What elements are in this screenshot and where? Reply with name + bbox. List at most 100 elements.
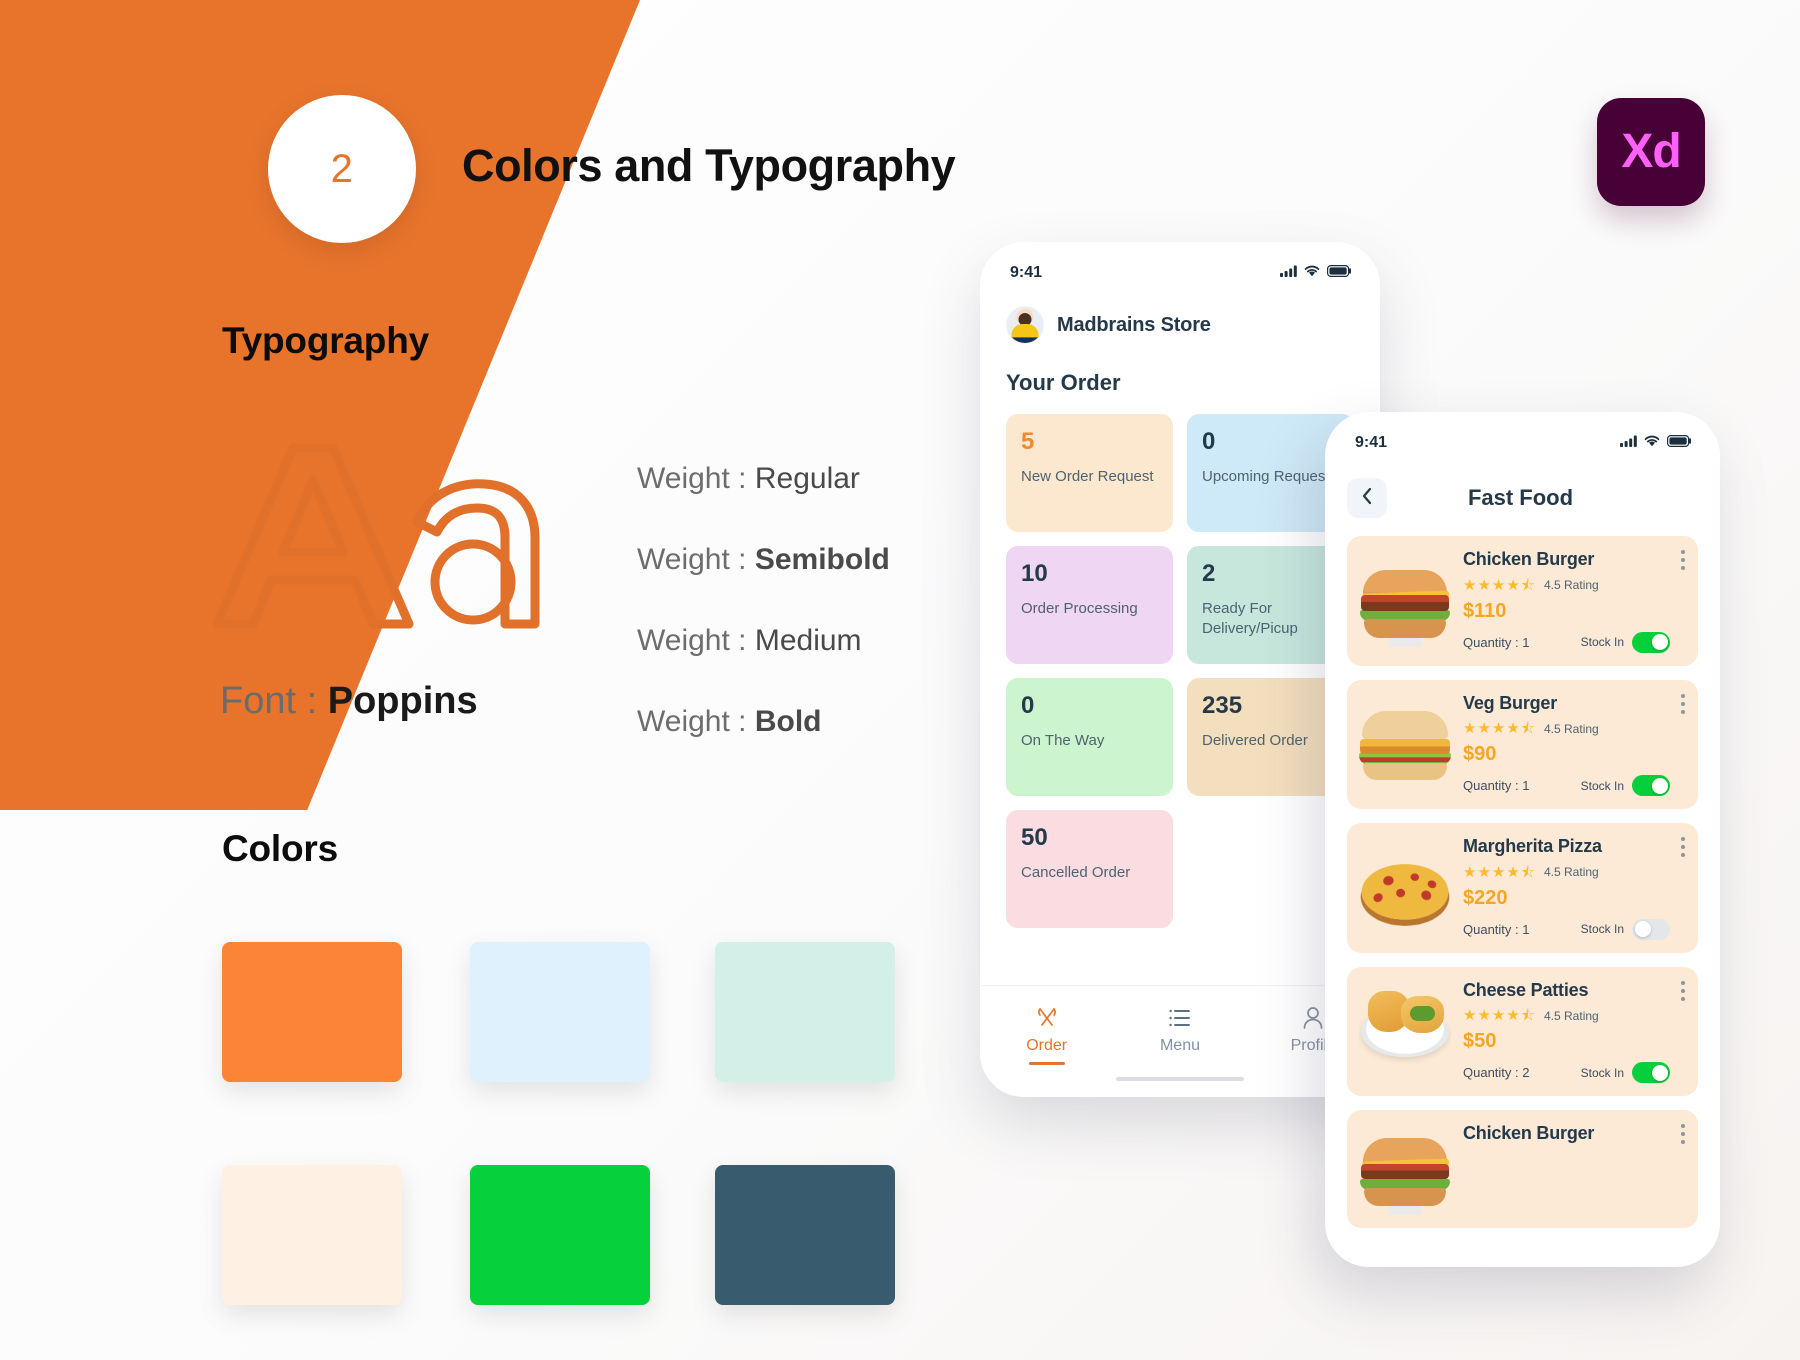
cheese-patties-image — [1359, 986, 1451, 1078]
weight-value: Medium — [754, 624, 862, 657]
stock-toggle[interactable] — [1632, 1062, 1670, 1084]
food-item-name: Cheese Patties — [1463, 979, 1589, 1000]
font-label-prefix: Font : — [220, 680, 328, 722]
color-swatch-primary-orange — [222, 942, 402, 1082]
chicken-burger-image — [1359, 554, 1451, 647]
food-item-rating-row: ★★★★⯪ 4.5 Rating — [1463, 1008, 1670, 1023]
back-button[interactable] — [1347, 478, 1387, 518]
stock-toggle[interactable] — [1632, 775, 1670, 797]
stock-control: Stock In — [1580, 1062, 1670, 1084]
food-item-quantity: Quantity : 1 — [1463, 921, 1530, 937]
food-screen-title: Fast Food — [1467, 485, 1574, 510]
food-item-rating-text: 4.5 Rating — [1544, 578, 1599, 593]
tab-label: Order — [1026, 1037, 1068, 1054]
slide-canvas: 2 Colors and Typography Xd Typography Fo… — [0, 0, 1800, 1360]
food-item-bottom-row: Quantity : 2 Stock In — [1463, 1062, 1670, 1084]
order-stat-card-order-processing[interactable]: 10 Order Processing — [1006, 546, 1173, 664]
weight-prefix: Weight : — [637, 543, 755, 576]
xd-logo-label: Xd — [1621, 125, 1681, 178]
weight-value: Regular — [754, 462, 860, 495]
status-bar-time: 9:41 — [1355, 434, 1388, 451]
your-order-heading: Your Order — [1006, 370, 1121, 395]
stock-toggle[interactable] — [1632, 918, 1670, 940]
food-item-price: $50 — [1463, 1030, 1497, 1053]
food-item-rating-text: 4.5 Rating — [1544, 1008, 1599, 1023]
typeface-specimen-aa — [205, 438, 565, 633]
cellular-signal-icon — [1620, 434, 1637, 452]
weight-item-bold: Weight : Bold — [637, 705, 890, 739]
more-options-icon[interactable] — [1681, 693, 1685, 714]
chevron-left-icon — [1361, 487, 1373, 510]
tab-menu[interactable]: Menu — [1114, 1004, 1246, 1055]
food-item-quantity: Quantity : 1 — [1463, 634, 1530, 650]
order-stat-count: 5 — [1021, 428, 1035, 455]
cutlery-icon — [981, 1004, 1113, 1031]
stock-label: Stock In — [1580, 635, 1624, 650]
status-bar: 9:41 — [1325, 412, 1720, 452]
colors-section-heading: Colors — [222, 828, 338, 869]
phone-mockup-order-screen: 9:41 Madbrains Store Your Order 5 New Or… — [980, 242, 1380, 1097]
food-screen-header: Fast Food — [1325, 452, 1720, 518]
color-swatch-light-blue — [470, 942, 650, 1082]
weight-value: Bold — [754, 705, 822, 738]
font-weight-list: Weight : Regular Weight : Semibold Weigh… — [637, 462, 890, 786]
step-number: 2 — [330, 146, 354, 191]
food-item-name: Chicken Burger — [1463, 1123, 1595, 1144]
bottom-tab-bar: Order Menu Profile — [980, 985, 1380, 1097]
veg-burger-image — [1359, 698, 1451, 790]
food-item-quantity: Quantity : 2 — [1463, 1065, 1530, 1081]
order-stat-count: 0 — [1202, 428, 1216, 455]
order-stat-card-cancelled-order[interactable]: 50 Cancelled Order — [1006, 810, 1173, 928]
more-options-icon[interactable] — [1681, 837, 1685, 858]
phone-mockup-fast-food-screen: 9:41 Fast Food Chicken Burger ★★★★⯪ 4.5 … — [1325, 412, 1720, 1267]
order-stat-label: New Order Request — [1021, 468, 1154, 486]
tab-active-underline — [1028, 1062, 1065, 1065]
more-options-icon[interactable] — [1681, 1124, 1685, 1145]
page-title: Colors and Typography — [462, 140, 956, 191]
food-item-price: $90 — [1463, 743, 1497, 766]
order-stat-count: 50 — [1021, 824, 1048, 851]
weight-item-medium: Weight : Medium — [637, 624, 890, 658]
order-stat-card-on-the-way[interactable]: 0 On The Way — [1006, 678, 1173, 796]
color-swatch-mint-green — [715, 942, 895, 1082]
font-name-value: Poppins — [327, 680, 478, 722]
star-rating-icon: ★★★★⯪ — [1463, 863, 1536, 881]
store-name: Madbrains Store — [1057, 313, 1211, 336]
more-options-icon[interactable] — [1681, 980, 1685, 1001]
star-rating-icon: ★★★★⯪ — [1463, 720, 1536, 738]
stock-control: Stock In — [1580, 775, 1670, 797]
store-header[interactable]: Madbrains Store — [980, 282, 1380, 344]
order-stat-card-new-order-request[interactable]: 5 New Order Request — [1006, 414, 1173, 532]
food-item-quantity: Quantity : 1 — [1463, 778, 1530, 794]
tab-order[interactable]: Order — [981, 1004, 1113, 1065]
battery-icon — [1667, 434, 1692, 452]
food-item-price: $220 — [1463, 886, 1508, 909]
food-item-price: $110 — [1463, 599, 1507, 622]
food-item-name: Veg Burger — [1463, 692, 1558, 713]
order-stat-label: On The Way — [1021, 732, 1105, 750]
stock-label: Stock In — [1580, 1065, 1624, 1080]
color-swatch-bright-green — [470, 1165, 650, 1305]
star-rating-icon: ★★★★⯪ — [1463, 1007, 1536, 1025]
home-indicator — [1116, 1077, 1244, 1081]
star-rating-icon: ★★★★⯪ — [1463, 576, 1536, 594]
stock-toggle[interactable] — [1632, 631, 1670, 653]
more-options-icon[interactable] — [1681, 550, 1685, 570]
chicken-burger-image — [1359, 1123, 1451, 1216]
food-list-item[interactable]: Chicken Burger ★★★★⯪ 4.5 Rating $110 Qua… — [1347, 536, 1698, 666]
adobe-xd-logo: Xd — [1597, 98, 1705, 206]
order-stat-label: Upcoming Request — [1202, 468, 1330, 486]
food-list-item[interactable]: Chicken Burger — [1347, 1110, 1698, 1229]
food-list-item[interactable]: Cheese Patties ★★★★⯪ 4.5 Rating $50 Quan… — [1347, 966, 1698, 1097]
order-stat-label: Order Processing — [1021, 600, 1138, 618]
order-stats-grid: 5 New Order Request 0 Upcoming Request 1… — [980, 396, 1380, 928]
stock-control: Stock In — [1581, 918, 1670, 940]
stock-label: Stock In — [1580, 778, 1624, 793]
weight-prefix: Weight : — [637, 624, 755, 657]
font-name-line: Font : Poppins — [220, 680, 478, 723]
food-list-item[interactable]: Margherita Pizza ★★★★⯪ 4.5 Rating $220 Q… — [1347, 823, 1698, 953]
typography-section-heading: Typography — [222, 320, 429, 361]
food-list-item[interactable]: Veg Burger ★★★★⯪ 4.5 Rating $90 Quantity… — [1347, 679, 1698, 810]
order-stat-label: Ready For Delivery/Picup — [1202, 600, 1298, 638]
weight-prefix: Weight : — [637, 705, 755, 738]
